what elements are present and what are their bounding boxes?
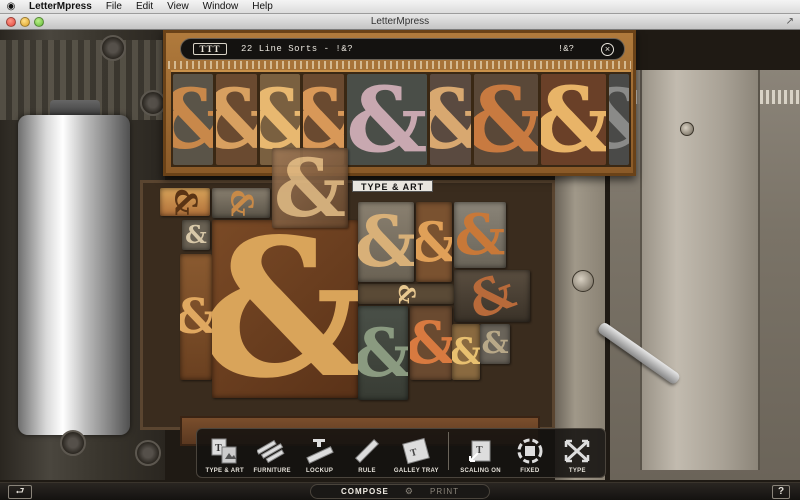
wood-type-piece[interactable]: &	[358, 306, 408, 400]
fixed-button[interactable]: FIXED	[506, 436, 553, 474]
close-icon[interactable]: ×	[601, 42, 614, 56]
tool-label: FIXED	[520, 468, 540, 474]
platen-plate	[640, 70, 760, 470]
tool-palette: T TYPE & ART FURNITURE LOCKUP RULE T GAL…	[196, 428, 606, 478]
window-titlebar: LetterMpress ↗	[0, 14, 800, 30]
scaling-icon: T	[465, 436, 497, 466]
type-art-icon: T	[209, 436, 241, 466]
type-button[interactable]: TYPE	[554, 436, 601, 474]
type-icon	[561, 436, 593, 466]
bottom-bar: ⮐ COMPOSE ⚙ PRINT ?	[0, 482, 800, 500]
wood-type-piece[interactable]: &	[452, 324, 480, 380]
press-platen	[610, 70, 800, 480]
wood-type-piece[interactable]: &	[358, 284, 454, 304]
gear-icon	[100, 35, 126, 61]
rule-button[interactable]: RULE	[343, 436, 390, 474]
furniture-button[interactable]: FURNITURE	[248, 436, 295, 474]
menu-edit[interactable]: Edit	[129, 1, 160, 12]
rule-icon	[351, 436, 383, 466]
menu-app[interactable]: LetterMpress	[22, 1, 99, 12]
back-button[interactable]: ⮐	[8, 485, 32, 499]
compose-mode-button[interactable]: COMPOSE	[341, 487, 389, 496]
drop-tooltip: TYPE & ART	[352, 180, 434, 192]
tool-label: SCALING ON	[460, 468, 501, 474]
menu-file[interactable]: File	[99, 1, 129, 12]
toolbar-divider	[447, 432, 449, 470]
gear-icon	[135, 440, 161, 466]
galley-tray-button[interactable]: T GALLEY TRAY	[391, 436, 442, 474]
fullscreen-icon[interactable]: ↗	[786, 16, 794, 27]
app-root: ◉ LetterMpress File Edit View Window Hel…	[0, 0, 800, 500]
wood-type-piece[interactable]: &	[416, 202, 452, 282]
sort-cell[interactable]: &	[541, 74, 606, 165]
tool-label: RULE	[358, 468, 376, 474]
sorts-row: & & & & & & & & &	[171, 70, 631, 167]
svg-text:T: T	[215, 443, 222, 454]
fixed-icon	[514, 436, 546, 466]
sorts-drawer: TTT 22 Line Sorts - !&? !&? × & & & & & …	[163, 30, 636, 176]
tool-label: TYPE & ART	[205, 468, 244, 474]
scaling-button[interactable]: T SCALING ON	[455, 436, 506, 474]
bolt-icon	[680, 122, 694, 136]
press-stage: & & & & & & & & & & & & & & TTT 22 Line …	[0, 30, 800, 500]
tool-label: TYPE	[568, 468, 586, 474]
lockup-icon	[304, 436, 336, 466]
furniture-icon	[256, 436, 288, 466]
mode-switcher: COMPOSE ⚙ PRINT	[310, 484, 490, 499]
lockup-button[interactable]: LOCKUP	[296, 436, 343, 474]
gear-icon: ⚙	[404, 486, 414, 496]
wood-type-piece[interactable]: &	[410, 306, 452, 380]
menu-help[interactable]: Help	[245, 1, 280, 12]
ink-roller[interactable]	[18, 115, 130, 435]
menu-view[interactable]: View	[160, 1, 196, 12]
type-case-icon[interactable]: TTT	[193, 43, 227, 55]
gear-icon	[60, 430, 86, 456]
help-button[interactable]: ?	[772, 485, 790, 499]
wood-type-piece[interactable]: &	[480, 324, 510, 364]
sort-cell[interactable]: &	[346, 74, 428, 165]
apple-icon[interactable]: ◉	[0, 1, 22, 12]
drawer-chars: !&?	[557, 44, 574, 54]
sort-cell[interactable]: &	[608, 74, 629, 165]
sort-cell[interactable]: &	[216, 74, 257, 165]
sort-cell[interactable]: &	[473, 74, 539, 165]
menu-bar: ◉ LetterMpress File Edit View Window Hel…	[0, 0, 800, 14]
sort-cell[interactable]: &	[173, 74, 214, 165]
window-title: LetterMpress	[370, 16, 430, 27]
sort-cell[interactable]: &	[430, 74, 471, 165]
wood-type-piece[interactable]: &	[358, 202, 414, 282]
drawer-title: 22 Line Sorts - !&?	[241, 44, 354, 54]
bolt-icon	[572, 270, 594, 292]
drawer-lip	[168, 61, 631, 69]
tool-label: LOCKUP	[306, 468, 334, 474]
wood-type-piece-large[interactable]: &	[212, 220, 358, 398]
galley-tray-icon: T	[400, 436, 432, 466]
wood-type-piece[interactable]: &	[182, 220, 210, 250]
tool-label: FURNITURE	[253, 468, 291, 474]
drawer-header: TTT 22 Line Sorts - !&? !&? ×	[180, 38, 625, 60]
type-art-button[interactable]: T TYPE & ART	[201, 436, 248, 474]
wood-type-piece[interactable]: &	[160, 188, 210, 216]
tool-label: GALLEY TRAY	[393, 468, 439, 474]
menu-window[interactable]: Window	[196, 1, 246, 12]
dragged-type-piece[interactable]: &	[272, 148, 348, 228]
wood-type-piece[interactable]: &	[180, 254, 212, 380]
wood-type-piece[interactable]: &	[454, 202, 506, 268]
wood-type-piece[interactable]: &	[212, 188, 270, 218]
wood-type-piece[interactable]: &	[454, 270, 530, 322]
print-mode-button[interactable]: PRINT	[430, 487, 459, 496]
